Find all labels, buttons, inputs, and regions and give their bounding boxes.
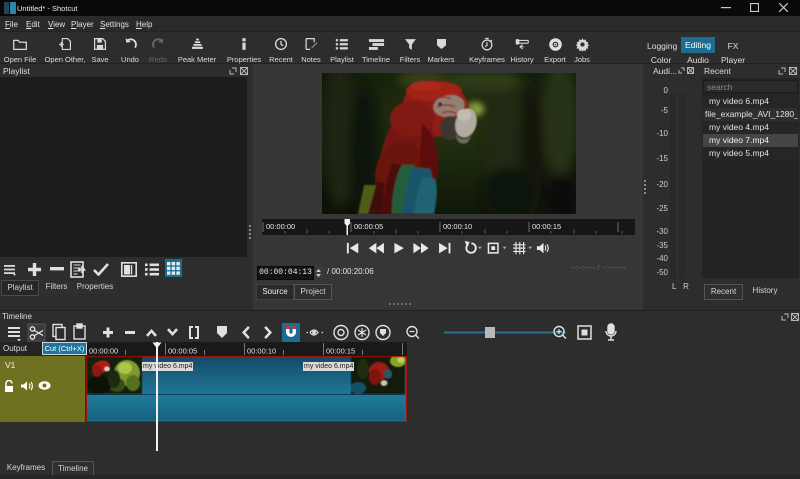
svg-text:00:00:10: 00:00:10 (443, 222, 472, 231)
svg-text:00:00:05: 00:00:05 (354, 222, 383, 231)
svg-text:00:00:15: 00:00:15 (326, 347, 355, 356)
svg-text:00:00:00: 00:00:00 (266, 222, 295, 231)
svg-text:00:00:00: 00:00:00 (89, 347, 118, 356)
svg-text:00:00:10: 00:00:10 (247, 347, 276, 356)
svg-text:00:00:05: 00:00:05 (168, 347, 197, 356)
svg-text:00:00:15: 00:00:15 (532, 222, 561, 231)
